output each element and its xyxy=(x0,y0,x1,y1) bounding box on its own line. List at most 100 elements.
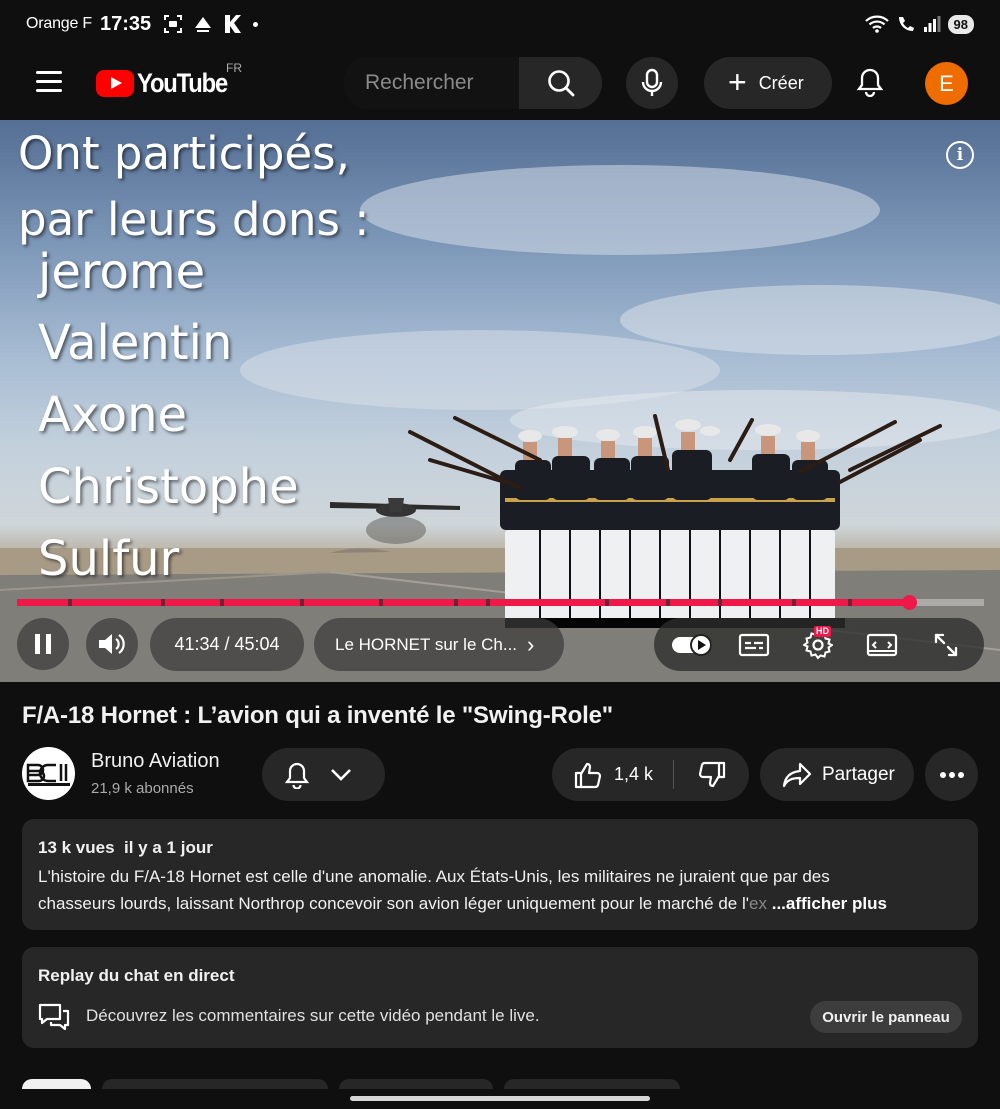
home-indicator[interactable] xyxy=(350,1096,650,1101)
settings-button[interactable]: HD xyxy=(788,618,848,671)
share-label: Partager xyxy=(822,763,895,785)
more-actions-button[interactable] xyxy=(925,748,978,801)
chapter-marker xyxy=(68,599,72,606)
theater-mode-icon xyxy=(866,633,898,656)
description-meta: 13 k vues il y a 1 jour xyxy=(38,838,213,858)
like-dislike-group: 1,4 k xyxy=(552,748,749,801)
menu-icon-line xyxy=(36,80,62,83)
like-count: 1,4 k xyxy=(614,764,654,784)
chapter-marker xyxy=(605,599,609,606)
chapter-marker xyxy=(220,599,224,606)
autoplay-toggle[interactable] xyxy=(662,618,722,671)
video-player[interactable]: Ont participés, par leurs dons : jerome … xyxy=(0,120,1000,682)
player-settings-bar: HD xyxy=(654,618,984,671)
view-count: 13 k vues xyxy=(38,838,115,857)
create-label: Créer xyxy=(758,72,804,93)
channel-name[interactable]: Bruno Aviation xyxy=(91,750,220,773)
volume-icon xyxy=(99,634,125,654)
screenshot-icon xyxy=(164,15,183,33)
donor-name: Sulfur xyxy=(38,531,180,587)
bell-icon xyxy=(856,68,884,97)
subtitles-icon xyxy=(738,633,770,656)
subscriber-count: 21,9 k abonnés xyxy=(91,780,194,797)
subscription-notification-button[interactable] xyxy=(262,748,385,801)
like-button[interactable]: 1,4 k xyxy=(552,748,673,801)
chevron-right-icon: › xyxy=(527,631,535,657)
theater-mode-button[interactable] xyxy=(852,618,912,671)
progress-bar[interactable] xyxy=(17,595,984,610)
menu-button[interactable] xyxy=(36,71,62,95)
dislike-button[interactable] xyxy=(674,748,749,801)
chat-replay-title: Replay du chat en direct xyxy=(38,966,235,985)
status-bar: Orange F 17:35 98 xyxy=(0,0,1000,48)
chapter-marker xyxy=(848,599,852,606)
thumbs-up-icon xyxy=(574,762,602,788)
upload-date: il y a 1 jour xyxy=(124,838,213,857)
donor-name: jerome xyxy=(38,244,206,300)
share-icon xyxy=(782,762,812,787)
carrier-label: Orange F xyxy=(26,15,92,32)
fullscreen-button[interactable] xyxy=(916,618,976,671)
chevron-down-icon xyxy=(331,768,351,781)
battery-level: 98 xyxy=(947,14,974,34)
voice-search-button[interactable] xyxy=(626,57,678,109)
description-card[interactable]: 13 k vues il y a 1 jour L'histoire du F/… xyxy=(22,819,978,930)
progress-played xyxy=(17,599,909,606)
overlay-heading-line-2: par leurs dons : xyxy=(18,193,370,246)
pause-icon xyxy=(35,634,51,654)
search-button[interactable] xyxy=(519,57,602,109)
donor-name: Valentin xyxy=(38,315,233,371)
scrubber-handle[interactable] xyxy=(902,595,917,610)
chat-replay-card: Replay du chat en direct Découvrez les c… xyxy=(22,947,978,1048)
logo-wordmark: YouTube xyxy=(137,68,228,98)
youtube-logo[interactable]: YouTube FR xyxy=(96,61,242,99)
fullscreen-icon xyxy=(934,633,958,656)
description-line-2-text: chasseurs lourds, laissant Northrop conc… xyxy=(38,894,750,913)
chapter-marker xyxy=(792,599,796,606)
description-line-1: L'histoire du F/A-18 Hornet est celle d'… xyxy=(38,867,830,886)
notifications-button[interactable] xyxy=(850,62,890,102)
chapter-marker xyxy=(300,599,304,606)
chapter-button[interactable]: Le HORNET sur le Ch... › xyxy=(314,618,564,671)
time-display[interactable]: 41:34 / 45:04 xyxy=(150,618,304,671)
info-icon: i xyxy=(956,145,964,165)
app-header: YouTube FR + Créer E xyxy=(0,48,1000,120)
search-bar xyxy=(344,57,602,109)
chapter-title: Le HORNET sur le Ch... xyxy=(335,634,518,654)
thumbs-down-icon xyxy=(698,761,725,787)
subtitles-button[interactable] xyxy=(724,618,784,671)
volume-button[interactable] xyxy=(86,618,138,670)
plus-icon: + xyxy=(728,63,747,100)
pause-button[interactable] xyxy=(17,618,69,670)
search-icon xyxy=(547,70,574,97)
channel-logo-icon xyxy=(26,763,70,786)
chat-replay-description: Découvrez les commentaires sur cette vid… xyxy=(86,1006,540,1025)
bell-outline-icon xyxy=(284,762,310,789)
clock: 17:35 xyxy=(100,12,152,35)
description-line-2: chasseurs lourds, laissant Northrop conc… xyxy=(38,890,968,917)
open-chat-panel-button[interactable]: Ouvrir le panneau xyxy=(810,1001,962,1033)
create-button[interactable]: + Créer xyxy=(704,57,832,109)
hd-badge: HD xyxy=(814,626,831,637)
youtube-play-icon xyxy=(96,70,134,97)
wifi-icon xyxy=(864,15,889,33)
app-notification-icon xyxy=(195,17,212,32)
info-button[interactable]: i xyxy=(946,141,974,169)
chapter-marker xyxy=(379,599,383,606)
search-input[interactable] xyxy=(344,57,519,109)
show-more-link[interactable]: ...afficher plus xyxy=(772,894,887,913)
chapter-marker xyxy=(161,599,165,606)
video-title[interactable]: F/A-18 Hornet : L’avion qui a inventé le… xyxy=(22,702,613,730)
system-nav-bar xyxy=(0,1089,1000,1109)
account-avatar[interactable]: E xyxy=(925,62,968,105)
description-text: L'histoire du F/A-18 Hornet est celle d'… xyxy=(38,863,968,917)
menu-icon-line xyxy=(36,89,62,92)
channel-avatar[interactable] xyxy=(22,747,75,800)
menu-icon xyxy=(36,71,62,74)
chapter-marker xyxy=(486,599,490,606)
notification-icons xyxy=(163,14,259,34)
autoplay-toggle-icon xyxy=(672,633,712,656)
share-button[interactable]: Partager xyxy=(760,748,914,801)
overlay-heading-line-1: Ont participés, xyxy=(18,127,350,180)
more-notifications-dot xyxy=(253,21,259,27)
